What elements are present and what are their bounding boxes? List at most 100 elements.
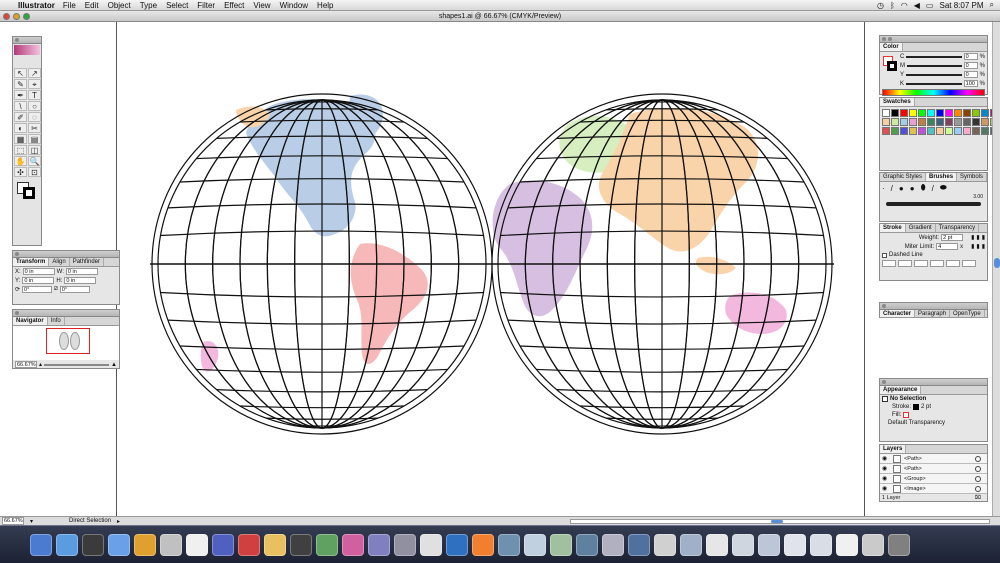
tool-12-icon[interactable]: ▦: [14, 134, 27, 144]
tab-swatches[interactable]: Swatches: [880, 98, 915, 106]
indonesia-landmass[interactable]: [695, 256, 736, 275]
target-circle-icon[interactable]: [975, 465, 981, 472]
dock-app-icon[interactable]: [316, 533, 338, 556]
appearance-panel-title[interactable]: [880, 379, 987, 386]
dock-app-icon[interactable]: [160, 533, 182, 556]
dock-app-icon[interactable]: [394, 533, 416, 556]
menu-help[interactable]: Help: [317, 1, 333, 10]
color-panel-title[interactable]: [880, 36, 987, 43]
menu-effect[interactable]: Effect: [224, 1, 244, 10]
dock-app-icon[interactable]: [264, 533, 286, 556]
swatch[interactable]: [954, 118, 962, 126]
swatch[interactable]: [900, 118, 908, 126]
view-rectangle[interactable]: [46, 328, 90, 354]
gap-1-field[interactable]: [898, 260, 912, 267]
tool-9-icon[interactable]: ◌: [28, 112, 41, 122]
tool-18-icon[interactable]: ✣: [14, 167, 27, 177]
layer-row[interactable]: ◉ <Group>: [880, 474, 987, 484]
swatch[interactable]: [891, 127, 899, 135]
h-scroll-thumb[interactable]: [771, 519, 783, 523]
dock-app-icon[interactable]: [108, 533, 130, 556]
brush-blob-icon[interactable]: ⬮: [921, 183, 926, 193]
h-field[interactable]: 0 in: [64, 277, 97, 284]
dock-app-icon[interactable]: [862, 533, 884, 556]
swatch[interactable]: [882, 118, 890, 126]
cmyk-value-field[interactable]: 0: [963, 71, 978, 78]
brush-dot-large-icon[interactable]: ●: [910, 184, 915, 193]
zoom-dropdown-icon[interactable]: ▾: [30, 518, 33, 525]
tab-paragraph[interactable]: Paragraph: [915, 310, 951, 317]
tool-17-icon[interactable]: 🔍: [28, 156, 41, 166]
angle-field[interactable]: 0°: [22, 286, 53, 293]
dock-app-icon[interactable]: [342, 533, 364, 556]
join-round-icon[interactable]: ▮: [976, 243, 979, 250]
tab-brushes[interactable]: Brushes: [926, 173, 958, 181]
layer-row[interactable]: ◉ <Path>: [880, 464, 987, 474]
swatch[interactable]: [981, 109, 989, 117]
tab-color[interactable]: Color: [880, 43, 903, 51]
spotlight-icon[interactable]: ⌕: [990, 0, 994, 10]
color-fill-stroke-widget[interactable]: [880, 52, 898, 82]
tool-6-icon[interactable]: \: [14, 101, 27, 111]
menu-view[interactable]: View: [253, 1, 270, 10]
cap-butt-icon[interactable]: ▮: [971, 234, 974, 241]
tab-align[interactable]: Align: [49, 258, 70, 266]
dock-app-icon[interactable]: [836, 533, 858, 556]
dock-app-icon[interactable]: [810, 533, 832, 556]
dash-1-field[interactable]: [882, 260, 896, 267]
target-circle-icon[interactable]: [975, 475, 981, 482]
dock-app-icon[interactable]: [186, 533, 208, 556]
menu-select[interactable]: Select: [166, 1, 188, 10]
transform-panel-title[interactable]: [13, 251, 119, 258]
zoom-in-icon[interactable]: ▲: [111, 362, 117, 368]
dock-app-icon[interactable]: [134, 533, 156, 556]
x-field[interactable]: 0 in: [22, 268, 55, 275]
swatch[interactable]: [963, 109, 971, 117]
tab-navigator[interactable]: Navigator: [13, 317, 48, 325]
menu-filter[interactable]: Filter: [197, 1, 215, 10]
swatch[interactable]: [891, 118, 899, 126]
cmyk-value-field[interactable]: 0: [963, 62, 978, 69]
target-circle-icon[interactable]: [975, 485, 981, 492]
swatch[interactable]: [909, 118, 917, 126]
brush-dot-small-icon[interactable]: ·: [882, 184, 885, 193]
dock-app-icon[interactable]: [30, 533, 52, 556]
swatch[interactable]: [972, 109, 980, 117]
navigator-preview[interactable]: [13, 326, 119, 360]
shear-field[interactable]: 0°: [59, 286, 90, 293]
zoom-slider[interactable]: [44, 363, 110, 366]
swatch[interactable]: [927, 127, 935, 135]
tab-transform[interactable]: Transform: [13, 258, 50, 266]
dock-app-icon[interactable]: [758, 533, 780, 556]
dock-app-icon[interactable]: [706, 533, 728, 556]
dock-app-icon[interactable]: [550, 533, 572, 556]
cap-square-icon[interactable]: ▮: [982, 234, 985, 241]
dock-app-icon[interactable]: [446, 533, 468, 556]
target-circle-icon[interactable]: [975, 455, 981, 462]
tool-15-icon[interactable]: ◫: [28, 145, 41, 155]
scrollbar-thumb[interactable]: [994, 258, 1000, 268]
zoom-level-field[interactable]: 66.67%: [2, 517, 24, 525]
brush-stroke-icon[interactable]: /: [932, 184, 934, 193]
dock-app-icon[interactable]: [576, 533, 598, 556]
cap-round-icon[interactable]: ▮: [976, 234, 979, 241]
zoom-out-icon[interactable]: ▴: [39, 361, 42, 368]
dock-app-icon[interactable]: [784, 533, 806, 556]
visibility-eye-icon[interactable]: ◉: [882, 486, 890, 492]
dock-app-icon[interactable]: [472, 533, 494, 556]
visibility-eye-icon[interactable]: ◉: [882, 476, 890, 482]
tool-1-icon[interactable]: ↗: [28, 68, 41, 78]
cmyk-slider[interactable]: [906, 73, 962, 76]
dock-app-icon[interactable]: [420, 533, 442, 556]
tab-opentype[interactable]: OpenType: [950, 310, 985, 317]
swatch[interactable]: [918, 118, 926, 126]
layer-row[interactable]: ◉ <Image>: [880, 484, 987, 494]
miter-field[interactable]: 4: [936, 243, 959, 250]
visibility-eye-icon[interactable]: ◉: [882, 466, 890, 472]
tool-0-icon[interactable]: ↖: [14, 68, 27, 78]
swatch[interactable]: [918, 109, 926, 117]
tab-graphic-styles[interactable]: Graphic Styles: [880, 173, 927, 181]
layer-row[interactable]: ◉ <Path>: [880, 454, 987, 464]
swatch[interactable]: [927, 109, 935, 117]
tool-3-icon[interactable]: ⌖: [28, 79, 41, 89]
